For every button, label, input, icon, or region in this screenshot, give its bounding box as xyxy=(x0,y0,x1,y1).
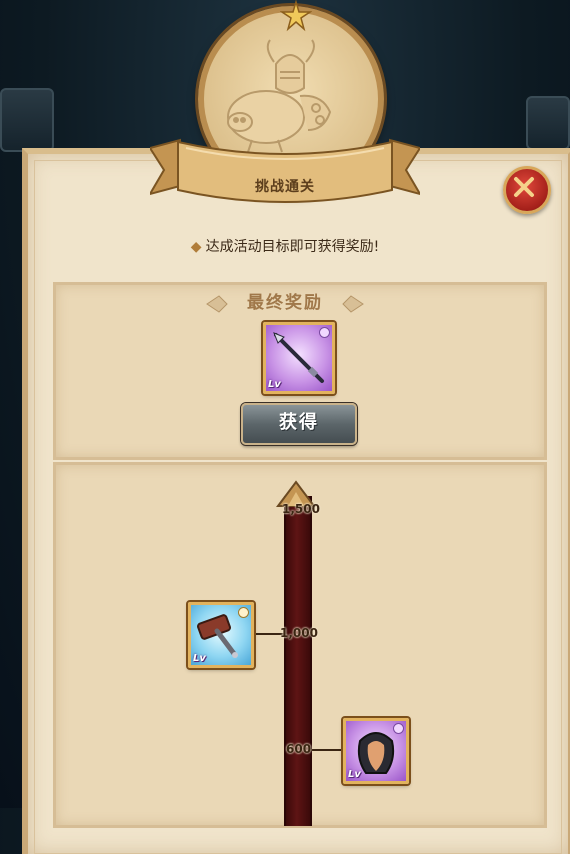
progress-track xyxy=(284,496,312,826)
star-ornament-icon xyxy=(280,0,312,32)
background-decoration-right xyxy=(526,96,570,150)
objective-hint: ◆ 达成活动目标即可获得奖励! xyxy=(190,239,380,255)
close-button[interactable] xyxy=(503,166,551,214)
page-title: 挑战通关 xyxy=(255,179,315,195)
milestone-reward-item[interactable]: Lv xyxy=(188,602,254,668)
milestone-label: 1,000 xyxy=(280,626,318,640)
claim-button[interactable]: 获得 xyxy=(241,403,357,445)
element-badge-icon xyxy=(238,607,249,618)
element-badge-icon xyxy=(319,327,330,338)
close-icon xyxy=(514,177,534,197)
milestone-label: 600 xyxy=(286,742,312,756)
element-badge-icon xyxy=(393,723,404,734)
final-reward-item[interactable]: Lv xyxy=(263,322,335,394)
milestone-connector xyxy=(308,749,344,751)
milestone-label: 1,500 xyxy=(282,502,320,516)
bullet-icon: ◆ xyxy=(190,239,202,255)
milestone-reward-item[interactable]: Lv xyxy=(343,718,409,784)
title-ribbon xyxy=(150,138,420,203)
final-reward-title: 最终奖励 xyxy=(247,293,323,313)
background-decoration-left xyxy=(0,88,54,152)
